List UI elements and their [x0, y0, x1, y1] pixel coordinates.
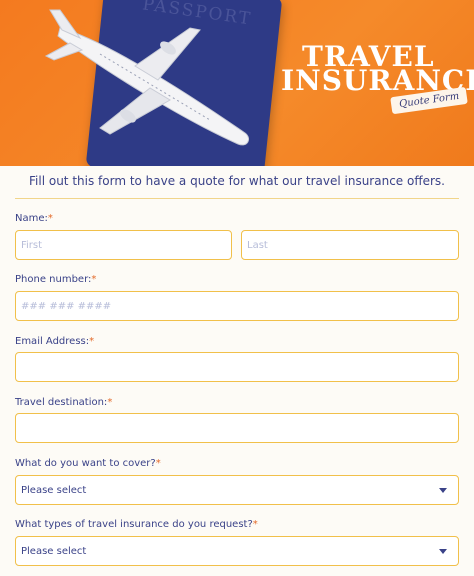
last-name-placeholder: Last	[247, 239, 268, 251]
chevron-down-icon	[439, 487, 447, 493]
cover-label-text: What do you want to cover?	[15, 458, 156, 469]
first-name-placeholder: First	[21, 239, 43, 251]
airplane-icon	[44, 9, 249, 146]
insurance-type-select[interactable]: Please select	[15, 536, 459, 566]
divider	[15, 198, 459, 199]
required-mark: *	[252, 519, 258, 530]
phone-input[interactable]: ### ### ####	[15, 291, 459, 321]
email-label-text: Email Address:	[15, 336, 90, 347]
email-input[interactable]	[15, 352, 459, 382]
cover-label: What do you want to cover?*	[15, 458, 161, 469]
chevron-down-icon	[439, 548, 447, 554]
destination-label-text: Travel destination:	[15, 397, 108, 408]
types-label: What types of travel insurance do you re…	[15, 519, 258, 530]
cover-select[interactable]: Please select	[15, 475, 459, 505]
phone-placeholder: ### ### ####	[21, 300, 112, 312]
phone-label-text: Phone number:	[15, 274, 92, 285]
required-mark: *	[47, 213, 53, 224]
email-label: Email Address:*	[15, 336, 94, 347]
cover-select-value: Please select	[21, 484, 87, 496]
form-intro-text: Fill out this form to have a quote for w…	[29, 174, 445, 188]
destination-label: Travel destination:*	[15, 397, 112, 408]
name-label: Name:*	[15, 213, 53, 224]
types-label-text: What types of travel insurance do you re…	[15, 519, 253, 530]
types-select-value: Please select	[21, 545, 87, 557]
first-name-input[interactable]: First	[15, 230, 232, 260]
phone-label: Phone number:*	[15, 274, 96, 285]
required-mark: *	[91, 274, 97, 285]
required-mark: *	[89, 336, 95, 347]
destination-input[interactable]	[15, 413, 459, 443]
name-label-text: Name:	[15, 213, 48, 224]
hero-banner: PASSPORT TRAVEL INSURANCE Quote Form	[0, 0, 474, 166]
last-name-input[interactable]: Last	[241, 230, 459, 260]
required-mark: *	[155, 458, 161, 469]
required-mark: *	[107, 397, 113, 408]
